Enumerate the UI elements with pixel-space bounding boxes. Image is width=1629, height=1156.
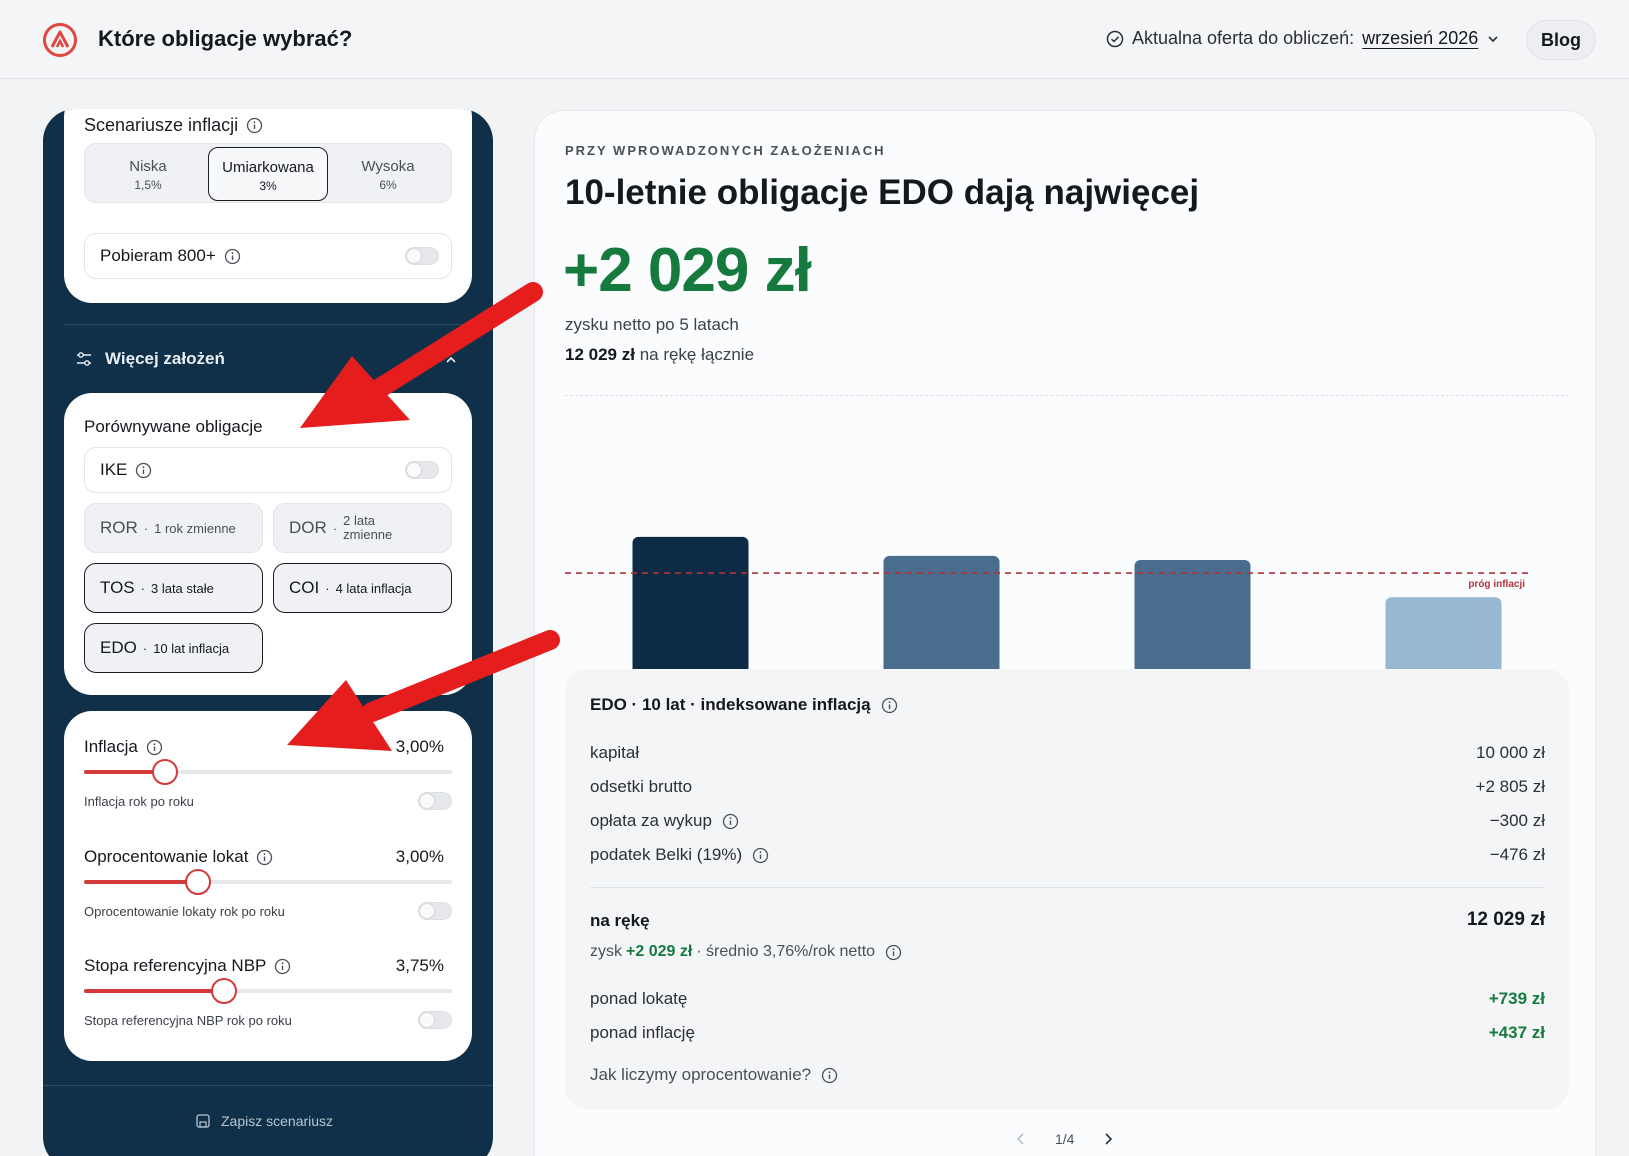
bond-detail-card: EDO · 10 lat · indeksowane inflacją kapi… — [565, 669, 1569, 1109]
info-icon[interactable] — [752, 847, 769, 864]
bond-chip-ror[interactable]: ROR · 1 rok zmienne — [84, 503, 263, 553]
info-icon[interactable] — [885, 944, 902, 961]
scenario-niska[interactable]: Niska 1,5% — [88, 147, 208, 201]
inflation-yearly-toggle[interactable] — [418, 792, 452, 810]
scenario-wysoka[interactable]: Wysoka 6% — [328, 147, 448, 201]
net-profit-caption: zysku netto po 5 latach — [565, 315, 739, 334]
slider-fill — [84, 880, 199, 884]
deposit-yearly-label: Oprocentowanie lokaty rok po roku — [84, 904, 285, 919]
info-icon[interactable] — [224, 248, 241, 265]
scenario-umiarkowana[interactable]: Umiarkowana 3% — [208, 147, 328, 201]
save-scenario-button[interactable]: Zapisz scenariusz — [195, 1113, 333, 1129]
bond-chip-tos[interactable]: TOS · 3 lata stałe — [84, 563, 263, 613]
nbp-slider[interactable] — [84, 978, 452, 1004]
net-value: 12 029 zł — [1466, 909, 1545, 930]
slider-thumb[interactable] — [210, 978, 237, 1004]
ike-label: IKE — [100, 460, 128, 479]
info-icon[interactable] — [256, 849, 273, 866]
inflation-slider[interactable] — [84, 759, 452, 785]
nbp-yearly-toggle[interactable] — [418, 1011, 452, 1029]
inflation-yearly-label: Inflacja rok po roku — [84, 794, 194, 809]
info-icon[interactable] — [146, 739, 163, 756]
check-circle-icon — [1106, 30, 1124, 47]
chevron-down-icon[interactable] — [1486, 32, 1500, 46]
headline: 10-letnie obligacje EDO dają najwięcej — [565, 173, 1200, 212]
info-icon[interactable] — [135, 462, 152, 479]
more-assumptions-label: Więcej założeń — [105, 349, 225, 368]
bond-chip-dor[interactable]: DOR · 2 lata zmienne — [273, 503, 452, 553]
bond-chip-edo[interactable]: EDO · 10 lat inflacja — [84, 623, 263, 673]
inflation-value: 3,00% — [395, 737, 444, 756]
chevron-up-icon[interactable] — [444, 353, 458, 367]
rates-card: Inflacja 3,00% Inflacja rok po roku Opro… — [64, 711, 472, 1061]
inflation-label: Inflacja — [84, 737, 138, 756]
sidebar: Scenariusze inflacji Niska 1,5% Umiarkow… — [43, 109, 493, 1156]
divider — [565, 395, 1569, 396]
inflation-threshold-label: próg inflacji — [1468, 579, 1525, 590]
info-icon[interactable] — [246, 117, 263, 134]
compared-bonds-card: Porównywane obligacje IKE ROR · 1 rok zm… — [64, 393, 472, 695]
bond-chip-coi[interactable]: COI · 4 lata inflacja — [273, 563, 452, 613]
eyebrow: PRZY WPROWADZONYCH ZAŁOŻENIACH — [565, 143, 886, 158]
net-label: na rękę — [590, 911, 650, 930]
pager: 1/4 — [1015, 1131, 1114, 1147]
logo-icon[interactable] — [42, 22, 78, 58]
save-icon — [196, 1114, 210, 1128]
detail-title: EDO · 10 lat · indeksowane inflacją — [590, 695, 898, 715]
slider-thumb[interactable] — [151, 759, 178, 785]
results-panel: PRZY WPROWADZONYCH ZAŁOŻENIACH 10-letnie… — [534, 110, 1596, 1156]
deposit-yearly-toggle[interactable] — [418, 902, 452, 920]
chevron-right-icon[interactable] — [1102, 1132, 1114, 1146]
more-assumptions-toggle[interactable]: Więcej założeń — [75, 349, 225, 369]
deposit-slider[interactable] — [84, 869, 452, 895]
benefit-800-label: Pobieram 800+ — [100, 246, 216, 265]
compared-bonds-title: Porównywane obligacje — [84, 417, 263, 436]
sliders-icon — [77, 352, 91, 366]
slider-thumb[interactable] — [185, 869, 212, 895]
inflation-scenarios-title: Scenariusze inflacji — [84, 115, 263, 136]
deposit-label: Oprocentowanie lokat — [84, 847, 249, 866]
offer-label: Aktualna oferta do obliczeń: — [1132, 28, 1355, 48]
top-bar: Które obligacje wybrać? Aktualna oferta … — [0, 0, 1629, 79]
deposit-value: 3,00% — [395, 847, 444, 866]
info-icon[interactable] — [722, 813, 739, 830]
offer-month[interactable]: wrzesień 2026 — [1362, 28, 1478, 49]
how-we-calculate-link[interactable]: Jak liczymy oprocentowanie? — [590, 1065, 838, 1085]
info-icon[interactable] — [821, 1067, 838, 1084]
info-icon[interactable] — [274, 958, 291, 975]
page-indicator: 1/4 — [1055, 1131, 1075, 1147]
inflation-scenarios-card: Scenariusze inflacji Niska 1,5% Umiarkow… — [64, 109, 472, 303]
divider — [43, 1085, 493, 1086]
inflation-scenario-selector: Niska 1,5% Umiarkowana 3% Wysoka 6% — [84, 143, 452, 203]
app-title: Które obligacje wybrać? — [98, 26, 353, 51]
offer-selector[interactable]: Aktualna oferta do obliczeń: wrzesień 20… — [1106, 28, 1500, 49]
info-icon[interactable] — [881, 697, 898, 714]
chevron-left-icon[interactable] — [1015, 1132, 1027, 1146]
divider — [590, 887, 1545, 888]
divider — [64, 324, 472, 325]
total-amount-line: 12 029 zł na rękę łącznie — [565, 345, 754, 365]
total-suffix: na rękę łącznie — [639, 345, 755, 364]
nbp-label: Stopa referencyjna NBP — [84, 956, 267, 975]
nbp-yearly-label: Stopa referencyjna NBP rok po roku — [84, 1013, 292, 1028]
gain-line: zysk +2 029 zł · średnio 3,76%/rok netto — [590, 943, 902, 961]
total-amount: 12 029 zł — [565, 345, 635, 364]
ike-row: IKE — [84, 447, 452, 493]
benefit-800-row: Pobieram 800+ — [84, 233, 452, 279]
blog-button[interactable]: Blog — [1526, 20, 1596, 60]
benefit-800-toggle[interactable] — [405, 247, 439, 265]
ike-toggle[interactable] — [405, 461, 439, 479]
net-profit-value: +2 029 zł — [563, 236, 812, 305]
slider-fill — [84, 989, 224, 993]
nbp-value: 3,75% — [395, 956, 444, 975]
